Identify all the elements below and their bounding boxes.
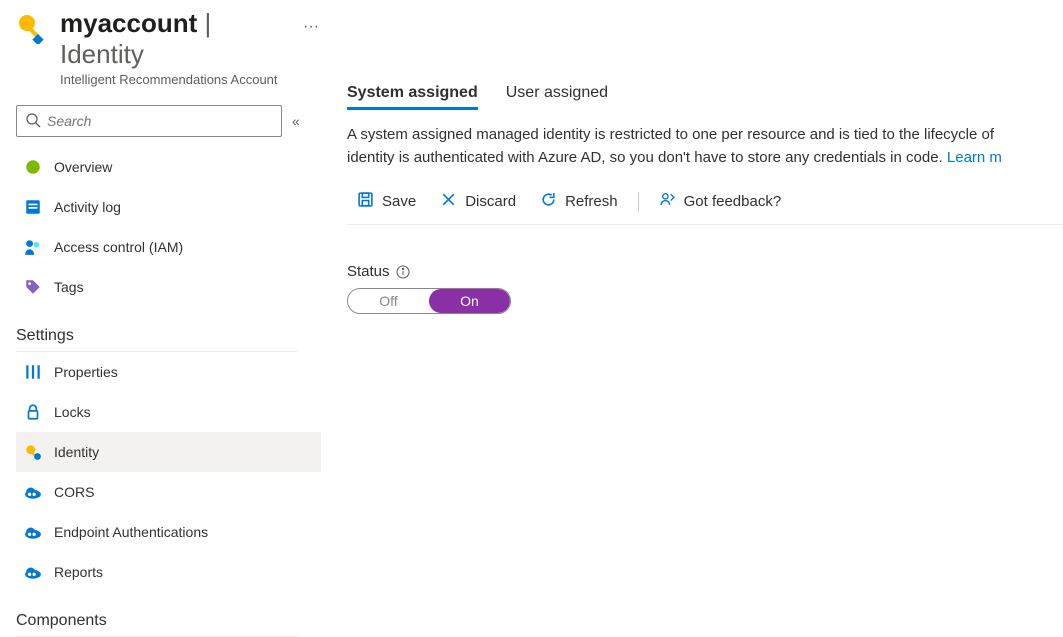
sidebar-item-overview[interactable]: Overview — [16, 147, 321, 187]
lock-icon — [24, 403, 42, 421]
feedback-icon — [659, 191, 676, 212]
iam-icon — [24, 238, 42, 256]
refresh-button[interactable]: Refresh — [530, 187, 628, 216]
sidebar-item-label: Identity — [54, 444, 99, 460]
close-icon — [440, 191, 457, 212]
sidebar-settings-nav: Properties Locks Identity CORS Endpoint … — [16, 352, 325, 592]
sidebar-top-nav: Overview Activity log Access control (IA… — [16, 147, 325, 307]
tag-icon — [24, 278, 42, 296]
sidebar-item-locks[interactable]: Locks — [16, 392, 321, 432]
info-icon[interactable] — [396, 265, 410, 279]
description-text: A system assigned managed identity is re… — [347, 124, 1063, 169]
globe-icon — [24, 158, 42, 176]
sidebar-item-label: Tags — [54, 279, 84, 295]
save-button[interactable]: Save — [347, 187, 426, 216]
search-input-container[interactable] — [16, 105, 282, 137]
properties-icon — [24, 363, 42, 381]
toggle-off[interactable]: Off — [348, 289, 429, 313]
cloud-icon — [24, 483, 42, 501]
discard-button[interactable]: Discard — [430, 187, 526, 216]
page-title: myaccount | Identity — [60, 8, 279, 70]
key-icon — [24, 443, 42, 461]
status-label: Status — [347, 263, 390, 280]
sidebar-section-components: Components — [16, 596, 297, 637]
sidebar-item-reports[interactable]: Reports — [16, 552, 321, 592]
sidebar-item-endpoint-auth[interactable]: Endpoint Authentications — [16, 512, 321, 552]
sidebar-item-label: Activity log — [54, 199, 121, 215]
sidebar-item-label: Properties — [54, 364, 118, 380]
search-icon — [25, 112, 41, 131]
refresh-icon — [540, 191, 557, 212]
learn-more-link[interactable]: Learn m — [947, 149, 1002, 166]
sidebar-item-properties[interactable]: Properties — [16, 352, 321, 392]
sidebar-item-label: Overview — [54, 159, 112, 175]
sidebar-item-tags[interactable]: Tags — [16, 267, 321, 307]
collapse-sidebar-button[interactable]: « — [292, 113, 300, 129]
cloud-icon — [24, 523, 42, 541]
sidebar-item-access-control[interactable]: Access control (IAM) — [16, 227, 321, 267]
sidebar-section-settings: Settings — [16, 311, 297, 352]
toggle-on[interactable]: On — [429, 289, 510, 313]
search-input[interactable] — [47, 113, 273, 129]
sidebar-item-activity-log[interactable]: Activity log — [16, 187, 321, 227]
save-icon — [357, 191, 374, 212]
log-icon — [24, 198, 42, 216]
command-bar: Save Discard Refresh Got feedback? — [347, 185, 1063, 225]
sidebar-item-identity[interactable]: Identity — [16, 432, 321, 472]
cloud-icon — [24, 563, 42, 581]
identity-tabs: System assigned User assigned — [347, 84, 1063, 110]
sidebar-item-label: Locks — [54, 404, 91, 420]
sidebar-item-label: CORS — [54, 484, 94, 500]
feedback-button[interactable]: Got feedback? — [649, 187, 792, 216]
tab-user-assigned[interactable]: User assigned — [506, 84, 608, 110]
sidebar-item-label: Reports — [54, 564, 103, 580]
page-subtitle: Intelligent Recommendations Account — [60, 72, 279, 87]
sidebar-item-cors[interactable]: CORS — [16, 472, 321, 512]
separator — [638, 192, 639, 212]
status-toggle[interactable]: Off On — [347, 288, 511, 314]
sidebar-item-label: Endpoint Authentications — [54, 524, 208, 540]
tab-system-assigned[interactable]: System assigned — [347, 84, 478, 110]
key-icon — [16, 12, 48, 44]
more-actions-button[interactable]: ··· — [297, 12, 325, 42]
sidebar-item-label: Access control (IAM) — [54, 239, 183, 255]
